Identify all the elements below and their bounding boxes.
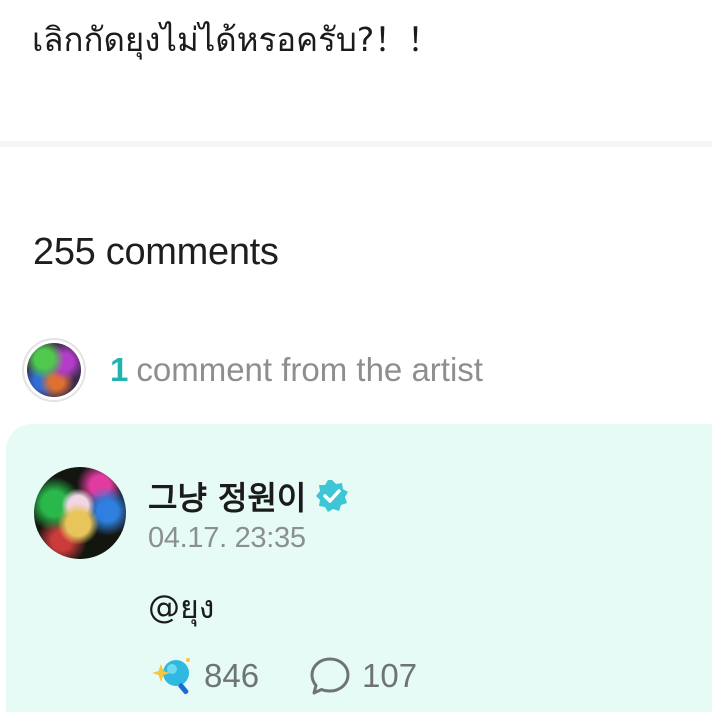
reply-button[interactable]: 107	[308, 654, 417, 698]
post-body-text: เลิกกัดยุงไม่ได้หรอครับ?！！	[32, 20, 441, 59]
comment-author-name[interactable]: 그냥 정원이	[148, 473, 306, 519]
comment-author: 그냥 정원이	[148, 473, 350, 519]
artist-comment-count: 1	[110, 351, 129, 388]
comment-author-avatar[interactable]	[34, 467, 126, 559]
section-divider	[0, 141, 712, 147]
sparkle-like-icon	[150, 654, 194, 698]
speech-bubble-icon	[308, 654, 352, 698]
like-count: 846	[204, 657, 260, 694]
artist-comments-label: 1 comment from the artist	[110, 351, 483, 389]
artist-comment-text: comment from the artist	[136, 351, 483, 388]
reply-count: 107	[362, 657, 418, 694]
artist-avatar-image	[27, 343, 81, 397]
artist-avatar	[22, 338, 86, 402]
comment-timestamp: 04.17. 23:35	[148, 522, 306, 554]
post-comments-screen: เลิกกัดยุงไม่ได้หรอครับ?！！ 255 comments …	[0, 0, 712, 712]
like-button[interactable]: 846	[150, 654, 259, 698]
verified-check-icon	[314, 478, 350, 514]
artist-comments-filter[interactable]: 1 comment from the artist	[22, 335, 483, 405]
comments-count-heading: 255 comments	[33, 231, 279, 273]
comment-body-text: @ยุง	[148, 588, 215, 626]
